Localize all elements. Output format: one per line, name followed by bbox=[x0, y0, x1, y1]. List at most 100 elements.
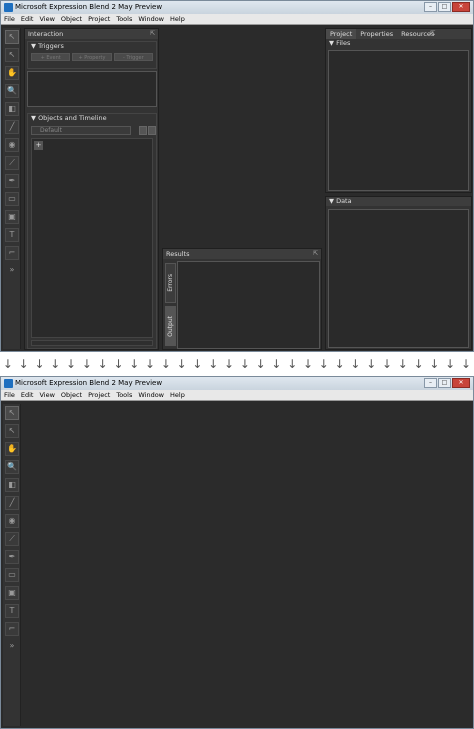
menu-help[interactable]: Help bbox=[170, 391, 185, 399]
paint-bucket-tool-icon[interactable]: ◉ bbox=[5, 514, 19, 528]
down-arrow-icon: ↓ bbox=[176, 357, 187, 371]
direct-selection-tool-icon[interactable]: ↖ bbox=[5, 48, 19, 62]
data-label[interactable]: ▼ Data bbox=[326, 197, 471, 206]
close-button[interactable]: ✕ bbox=[452, 378, 470, 388]
triggers-label[interactable]: ▼ Triggers bbox=[28, 42, 156, 51]
zoom-tool-icon[interactable]: 🔍 bbox=[5, 460, 19, 474]
camera-orbit-tool-icon[interactable]: ◧ bbox=[5, 102, 19, 116]
rectangle-tool-icon[interactable]: ▭ bbox=[5, 568, 19, 582]
timeline-options-button[interactable] bbox=[139, 126, 147, 135]
brush-transform-tool-icon[interactable]: ⟋ bbox=[5, 532, 19, 546]
layout-panel-tool-icon[interactable]: ▣ bbox=[5, 210, 19, 224]
tab-output[interactable]: Output bbox=[165, 306, 176, 346]
asset-library-icon[interactable]: » bbox=[5, 640, 19, 654]
down-arrow-icon: ↓ bbox=[224, 357, 235, 371]
text-tool-icon[interactable]: T bbox=[5, 604, 19, 618]
menu-project[interactable]: Project bbox=[88, 15, 110, 23]
results-content[interactable] bbox=[177, 261, 320, 349]
control-tool-icon[interactable]: ⌐ bbox=[5, 622, 19, 636]
eyedropper-tool-icon[interactable]: ╱ bbox=[5, 120, 19, 134]
layout-panel-tool-icon[interactable]: ▣ bbox=[5, 586, 19, 600]
down-arrow-icon: ↓ bbox=[34, 357, 45, 371]
tab-project[interactable]: Project ⇱ bbox=[326, 29, 435, 39]
minimize-button[interactable]: – bbox=[424, 378, 437, 388]
toolbox: ↖ ↖ ✋ 🔍 ◧ ╱ ◉ ⟋ ✒ ▭ ▣ T ⌐ » bbox=[3, 28, 21, 349]
close-button[interactable]: ✕ bbox=[452, 2, 470, 12]
rectangle-tool-icon[interactable]: ▭ bbox=[5, 192, 19, 206]
menu-window[interactable]: Window bbox=[138, 15, 164, 23]
menu-edit[interactable]: Edit bbox=[21, 15, 34, 23]
expression-blend-app-icon bbox=[4, 3, 13, 12]
results-panel-title: Results bbox=[166, 250, 190, 258]
pen-tool-icon[interactable]: ✒ bbox=[5, 174, 19, 188]
maximize-button[interactable]: □ bbox=[438, 2, 451, 12]
camera-orbit-tool-icon[interactable]: ◧ bbox=[5, 478, 19, 492]
down-arrow-icon: ↓ bbox=[145, 357, 156, 371]
workspace: ↖ ↖ ✋ 🔍 ◧ ╱ ◉ ⟋ ✒ ▭ ▣ T ⌐ » Interaction … bbox=[1, 26, 473, 351]
menu-project[interactable]: Project bbox=[88, 391, 110, 399]
timeline-default-value: Default bbox=[40, 127, 62, 134]
brush-transform-tool-icon[interactable]: ⟋ bbox=[5, 156, 19, 170]
add-object-button[interactable]: + bbox=[34, 141, 43, 150]
asset-library-icon[interactable]: » bbox=[5, 264, 19, 278]
menu-tools[interactable]: Tools bbox=[116, 391, 132, 399]
pin-icon[interactable]: ⇱ bbox=[313, 249, 318, 259]
menu-file[interactable]: File bbox=[4, 15, 15, 23]
remove-trigger-button[interactable]: - Trigger bbox=[113, 53, 153, 61]
blend-window-after: Microsoft Expression Blend 2 May Preview… bbox=[0, 376, 474, 729]
down-arrow-icon: ↓ bbox=[303, 357, 314, 371]
files-list[interactable] bbox=[328, 50, 469, 191]
menu-object[interactable]: Object bbox=[61, 15, 82, 23]
toolbox: ↖ ↖ ✋ 🔍 ◧ ╱ ◉ ⟋ ✒ ▭ ▣ T ⌐ » bbox=[3, 404, 21, 726]
down-arrow-icon: ↓ bbox=[381, 357, 393, 371]
pan-tool-icon[interactable]: ✋ bbox=[5, 66, 19, 80]
objects-timeline-label[interactable]: ▼ Objects and Timeline bbox=[28, 114, 156, 123]
down-arrow-icon: ↓ bbox=[18, 357, 29, 371]
window-title: Microsoft Expression Blend 2 May Preview bbox=[15, 379, 163, 387]
down-arrow-icon: ↓ bbox=[445, 357, 456, 371]
pen-tool-icon[interactable]: ✒ bbox=[5, 550, 19, 564]
tab-properties[interactable]: Properties ⇱ bbox=[356, 29, 435, 39]
control-tool-icon[interactable]: ⌐ bbox=[5, 246, 19, 260]
down-arrow-icon: ↓ bbox=[2, 357, 13, 371]
menu-tools[interactable]: Tools bbox=[116, 15, 132, 23]
triggers-section: ▼ Triggers + Event + Property - Trigger bbox=[27, 41, 157, 69]
timeline-scrollbar[interactable] bbox=[31, 340, 153, 346]
add-event-button[interactable]: + Event bbox=[31, 53, 71, 61]
add-property-button[interactable]: + Property bbox=[72, 53, 112, 61]
artboard-area[interactable] bbox=[23, 404, 471, 726]
menu-edit[interactable]: Edit bbox=[21, 391, 34, 399]
files-label[interactable]: ▼ Files bbox=[326, 39, 471, 48]
menu-view[interactable]: View bbox=[39, 391, 54, 399]
interaction-panel: Interaction ⇱ ▼ Triggers + Event + Prope… bbox=[24, 28, 159, 350]
workspace: ↖ ↖ ✋ 🔍 ◧ ╱ ◉ ⟋ ✒ ▭ ▣ T ⌐ » bbox=[1, 402, 473, 728]
paint-bucket-tool-icon[interactable]: ◉ bbox=[5, 138, 19, 152]
selection-tool-icon[interactable]: ↖ bbox=[5, 406, 19, 420]
triggers-list[interactable] bbox=[27, 71, 157, 107]
menu-file[interactable]: File bbox=[4, 391, 15, 399]
menu-view[interactable]: View bbox=[39, 15, 54, 23]
direct-selection-tool-icon[interactable]: ↖ bbox=[5, 424, 19, 438]
down-arrow-icon: ↓ bbox=[50, 357, 61, 371]
selection-tool-icon[interactable]: ↖ bbox=[5, 30, 19, 44]
down-arrow-icon: ↓ bbox=[366, 357, 377, 371]
pin-icon[interactable]: ⇱ bbox=[430, 29, 435, 39]
timeline-close-button[interactable] bbox=[148, 126, 156, 135]
menu-object[interactable]: Object bbox=[61, 391, 82, 399]
objects-tree[interactable]: + bbox=[31, 138, 153, 338]
menu-window[interactable]: Window bbox=[138, 391, 164, 399]
minimize-button[interactable]: – bbox=[424, 2, 437, 12]
pan-tool-icon[interactable]: ✋ bbox=[5, 442, 19, 456]
eyedropper-tool-icon[interactable]: ╱ bbox=[5, 496, 19, 510]
tab-errors[interactable]: Errors bbox=[165, 263, 176, 303]
pin-icon[interactable]: ⇱ bbox=[150, 29, 155, 39]
timeline-selector[interactable]: Default bbox=[31, 126, 131, 135]
maximize-button[interactable]: □ bbox=[438, 378, 451, 388]
zoom-tool-icon[interactable]: 🔍 bbox=[5, 84, 19, 98]
menu-help[interactable]: Help bbox=[170, 15, 185, 23]
interaction-panel-title: Interaction bbox=[28, 30, 64, 38]
right-panel-tabs: Project ⇱ Properties ⇱ Resources bbox=[326, 29, 471, 39]
transition-arrows: ↓ ↓ ↓ ↓ ↓ ↓ ↓ ↓ ↓ ↓ ↓ ↓ ↓ ↓ ↓ ↓ ↓ ↓ ↓ ↓ ↓ ↓ ↓ ↓ ↓ ↓ ↓ ↓ ↓ ↓ bbox=[0, 352, 474, 376]
data-list[interactable] bbox=[328, 209, 469, 348]
text-tool-icon[interactable]: T bbox=[5, 228, 19, 242]
